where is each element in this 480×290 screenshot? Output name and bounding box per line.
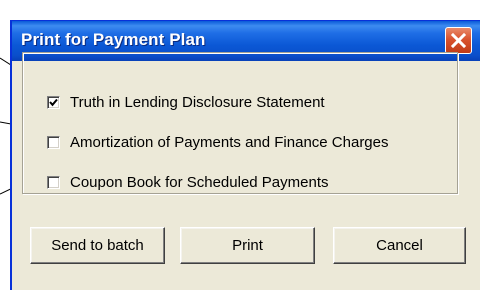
option-amortization[interactable]: Amortization of Payments and Finance Cha… <box>47 133 389 151</box>
window-title: Print for Payment Plan <box>21 30 206 49</box>
checkbox-coupon-book[interactable] <box>47 175 60 189</box>
option-coupon-book[interactable]: Coupon Book for Scheduled Payments <box>47 173 329 191</box>
close-icon <box>450 32 467 49</box>
option-label-coupon-book: Coupon Book for Scheduled Payments <box>70 173 329 191</box>
send-to-batch-button[interactable]: Send to batch <box>30 227 165 264</box>
close-button[interactable] <box>445 27 472 54</box>
print-button[interactable]: Print <box>180 227 315 264</box>
option-truth-in-lending[interactable]: Truth in Lending Disclosure Statement <box>47 93 325 111</box>
option-label-amortization: Amortization of Payments and Finance Cha… <box>70 133 389 151</box>
checkbox-amortization[interactable] <box>47 135 60 149</box>
option-label-truth-in-lending: Truth in Lending Disclosure Statement <box>70 93 325 111</box>
checkbox-truth-in-lending[interactable] <box>47 95 60 109</box>
cancel-button[interactable]: Cancel <box>333 227 466 264</box>
checkmark-icon <box>49 98 58 106</box>
